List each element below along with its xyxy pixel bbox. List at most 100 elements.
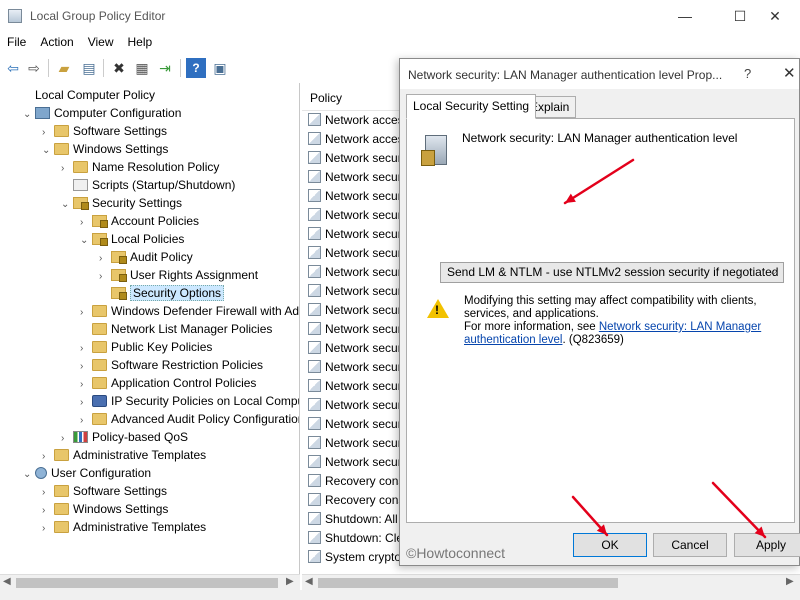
tree-node[interactable]: › Software Settings: [42, 482, 167, 500]
title-bar: Local Group Policy Editor — ☐ ✕: [0, 0, 800, 32]
menu-action[interactable]: Action: [33, 32, 80, 52]
cancel-button[interactable]: Cancel: [653, 533, 727, 557]
tree-node[interactable]: › Audit Policy: [99, 248, 193, 266]
scroll-left-icon[interactable]: ◀: [3, 576, 11, 587]
ok-button[interactable]: OK: [573, 533, 647, 557]
column-header-policy[interactable]: Policy: [302, 83, 402, 111]
table-row[interactable]: Network secur: [308, 301, 402, 320]
tree-node[interactable]: Local Computer Policy: [4, 86, 155, 104]
tree-node-label: User Configuration: [51, 466, 152, 480]
up-folder-icon[interactable]: ▰: [54, 58, 74, 78]
table-row[interactable]: Network secur: [308, 358, 402, 377]
tree-node[interactable]: Security Options: [99, 284, 225, 302]
tree-node[interactable]: ⌄ User Configuration: [23, 464, 151, 482]
authentication-level-dropdown[interactable]: Send LM & NTLM - use NTLMv2 session secu…: [440, 262, 784, 283]
toolbar-separator: [48, 59, 49, 77]
close-button[interactable]: ✕: [752, 4, 798, 30]
menu-help[interactable]: Help: [121, 32, 160, 52]
tree-node[interactable]: › Advanced Audit Policy Configuration: [80, 410, 299, 428]
minimize-button[interactable]: —: [662, 4, 708, 30]
table-row[interactable]: Recovery cons: [308, 472, 404, 491]
toolbar-separator: [180, 59, 181, 77]
console-icon[interactable]: ▣: [210, 58, 230, 78]
table-row[interactable]: Network secur: [308, 225, 402, 244]
help-icon[interactable]: ?: [186, 58, 206, 78]
table-row[interactable]: Network secur: [308, 415, 402, 434]
list-horizontal-scrollbar[interactable]: ◀ ▶: [302, 574, 800, 590]
tree-node[interactable]: Scripts (Startup/Shutdown): [61, 176, 235, 194]
properties-icon[interactable]: ▦: [132, 58, 152, 78]
forward-icon[interactable]: ⇨: [24, 58, 44, 78]
back-icon[interactable]: ⇦: [3, 58, 23, 78]
table-row[interactable]: Network secur: [308, 206, 402, 225]
tree-node[interactable]: › IP Security Policies on Local Compute: [80, 392, 299, 410]
chevron-down-icon[interactable]: ⌄: [23, 106, 35, 124]
chevron-down-icon[interactable]: ⌄: [61, 196, 73, 214]
export-icon[interactable]: ⇥: [155, 58, 175, 78]
table-row[interactable]: Network secur: [308, 244, 402, 263]
table-row[interactable]: Network secur: [308, 187, 402, 206]
tree-node[interactable]: › Administrative Templates: [42, 518, 206, 536]
table-row[interactable]: Network secur: [308, 396, 402, 415]
table-row[interactable]: Recovery cons: [308, 491, 404, 510]
chevron-down-icon[interactable]: ⌵: [769, 263, 777, 282]
tree-node[interactable]: › Windows Settings: [42, 500, 168, 518]
tree-node[interactable]: › Software Restriction Policies: [80, 356, 263, 374]
dialog-help-button[interactable]: ?: [744, 66, 751, 81]
table-row[interactable]: Network secur: [308, 149, 402, 168]
tree-node[interactable]: ⌄ Windows Settings: [42, 140, 168, 158]
show-hide-tree-icon[interactable]: ▤: [79, 58, 99, 78]
delete-icon[interactable]: ✖: [109, 58, 129, 78]
chevron-down-icon[interactable]: ⌄: [42, 142, 54, 160]
tree-node[interactable]: › Application Control Policies: [80, 374, 256, 392]
dialog-close-button[interactable]: ✕: [783, 64, 796, 82]
tree-node[interactable]: Network List Manager Policies: [80, 320, 272, 338]
policy-setting-icon: [308, 132, 321, 145]
scroll-right-icon[interactable]: ▶: [286, 576, 294, 587]
scroll-left-icon[interactable]: ◀: [305, 576, 313, 587]
table-row[interactable]: Network acces: [308, 130, 404, 149]
console-tree[interactable]: Local Computer Policy ⌄ Computer Configura…: [0, 83, 300, 576]
table-row[interactable]: Shutdown: Cle: [308, 529, 403, 548]
table-row[interactable]: Network secur: [308, 453, 402, 472]
tree-node[interactable]: › Policy-based QoS: [61, 428, 188, 446]
tree-node[interactable]: › Public Key Policies: [80, 338, 212, 356]
chevron-down-icon[interactable]: ⌄: [23, 466, 35, 484]
tree-node[interactable]: › Administrative Templates: [42, 446, 206, 464]
row-label: Network secur: [325, 455, 402, 469]
tree-node[interactable]: ⌄ Local Policies: [80, 230, 184, 248]
row-label: Network acces: [325, 113, 404, 127]
table-row[interactable]: Network secur: [308, 282, 402, 301]
table-row[interactable]: Network secur: [308, 339, 402, 358]
tree-node[interactable]: › Account Policies: [80, 212, 199, 230]
menu-file[interactable]: File: [0, 32, 33, 52]
row-label: System crypto: [325, 550, 402, 564]
table-row[interactable]: System crypto: [308, 548, 401, 567]
table-row[interactable]: Network secur: [308, 377, 402, 396]
table-row[interactable]: Network secur: [308, 434, 402, 453]
table-row[interactable]: Shutdown: All: [308, 510, 398, 529]
row-label: Shutdown: All: [325, 512, 398, 526]
tree-node[interactable]: › Windows Defender Firewall with Adva: [80, 302, 299, 320]
scroll-right-icon[interactable]: ▶: [786, 576, 794, 587]
tree-node[interactable]: ⌄ Security Settings: [61, 194, 182, 212]
dialog-title-bar: Network security: LAN Manager authentica…: [400, 59, 799, 89]
table-row[interactable]: Network secur: [308, 168, 402, 187]
table-row[interactable]: Network secur: [308, 320, 402, 339]
table-row[interactable]: Network acces: [308, 111, 404, 130]
table-row[interactable]: Network secur: [308, 263, 402, 282]
tree-node[interactable]: › Software Settings: [42, 122, 167, 140]
apply-button[interactable]: Apply: [734, 533, 800, 557]
tree-node-label: Windows Settings: [73, 142, 169, 156]
scroll-thumb[interactable]: [318, 578, 618, 588]
tree-horizontal-scrollbar[interactable]: ◀ ▶: [0, 574, 300, 590]
chevron-right-icon[interactable]: ›: [42, 520, 54, 538]
tab-local-security-setting[interactable]: Local Security Setting: [406, 94, 537, 119]
tree-node[interactable]: ⌄ Computer Configuration: [23, 104, 181, 122]
lock-icon: [92, 233, 108, 246]
scroll-thumb[interactable]: [16, 578, 278, 588]
menu-view[interactable]: View: [81, 32, 121, 52]
tree-node[interactable]: › User Rights Assignment: [99, 266, 258, 284]
chevron-down-icon[interactable]: ⌄: [80, 232, 92, 250]
tree-node[interactable]: › Name Resolution Policy: [61, 158, 219, 176]
